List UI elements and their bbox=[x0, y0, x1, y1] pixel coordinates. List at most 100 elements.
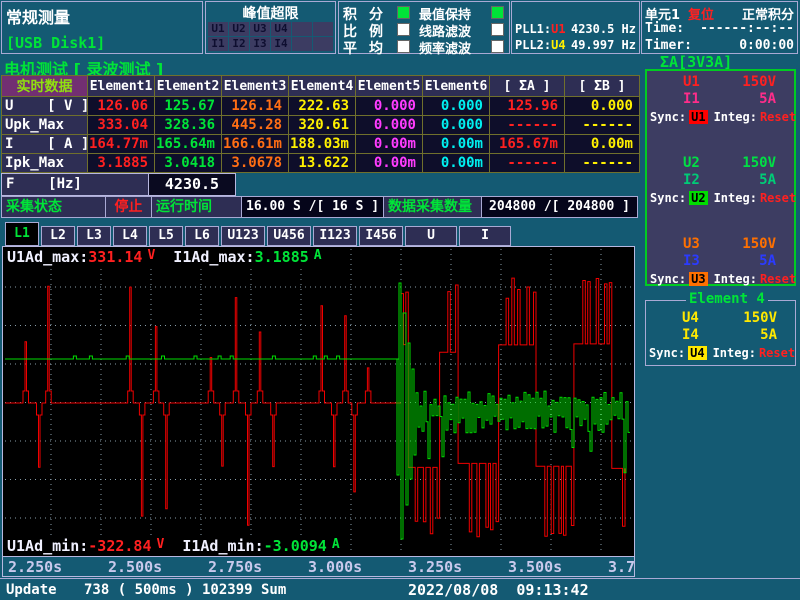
peak-limit-cell-empty bbox=[313, 22, 333, 36]
waveform-tab-bar: L1L2L3L4L5L6U123U456I123I456UI bbox=[5, 222, 511, 246]
channel-u-name: U3 bbox=[683, 236, 700, 253]
sync-source-badge[interactable]: U1 bbox=[689, 110, 707, 124]
time-row: Time: ------:--:-- bbox=[645, 21, 794, 36]
column-header: Element5 bbox=[356, 76, 423, 97]
channel-u-range: 150V bbox=[743, 310, 777, 327]
runtime-label: 运行时间 bbox=[152, 197, 242, 217]
channel-u-row: U2150V bbox=[647, 155, 794, 172]
integration-filter-toggles: 积分最值保持比例线路滤波平均频率滤波 bbox=[338, 1, 510, 54]
peak-limit-cell-empty bbox=[292, 37, 312, 51]
acquisition-status-bar: 采集状态 停止 运行时间 16.00 S /[ 16 S ] 数据采集数量 20… bbox=[1, 196, 638, 218]
tab-i[interactable]: I bbox=[459, 226, 511, 246]
tab-u456[interactable]: U456 bbox=[267, 226, 311, 246]
integration-mode-char: 均 bbox=[369, 38, 383, 58]
acq-status-value: 停止 bbox=[106, 197, 152, 217]
element4-config-panel: U4 150V I4 5A Sync: U4 Integ: Reset bbox=[645, 300, 796, 366]
measurement-value: 3.0678 bbox=[222, 154, 289, 173]
channel-u-range: 150V bbox=[742, 74, 776, 91]
sync-row: Sync:U2Integ:Reset bbox=[647, 189, 794, 206]
waveform-canvas bbox=[3, 247, 634, 556]
measurement-value: 0.00m bbox=[423, 154, 490, 173]
measurement-value: 126.14 bbox=[222, 97, 289, 116]
measurement-value: 445.28 bbox=[222, 116, 289, 135]
integ-reset-button[interactable]: Reset bbox=[760, 191, 796, 205]
mode-checkbox[interactable] bbox=[397, 23, 410, 36]
sync-source-badge[interactable]: U3 bbox=[689, 272, 707, 286]
table-row: Upk_Max333.04328.36445.28320.610.0000.00… bbox=[2, 116, 640, 135]
sync-source-badge[interactable]: U4 bbox=[688, 346, 706, 360]
integ-label: Integ: bbox=[713, 346, 756, 360]
peak-limit-cell: U3 bbox=[250, 22, 270, 36]
measurement-value: ------ bbox=[490, 116, 565, 135]
time-label: Time: bbox=[645, 21, 684, 36]
tab-u[interactable]: U bbox=[405, 226, 457, 246]
filter-checkbox[interactable] bbox=[491, 23, 504, 36]
channel-i-name: I4 bbox=[682, 327, 699, 344]
mode-checkbox[interactable] bbox=[397, 6, 410, 19]
usb-disk-status: [USB Disk1] bbox=[6, 34, 105, 52]
mode-checkbox[interactable] bbox=[397, 40, 410, 53]
column-header: 实时数据 bbox=[2, 76, 88, 97]
element-config-group: U3150VI35ASync:U3Integ:Reset bbox=[647, 236, 794, 287]
peak-limit-grid: U1U2U3U4I1I2I3I4 bbox=[208, 22, 333, 51]
channel-i-range: 5A bbox=[760, 327, 777, 344]
waveform-max-annotations: U1Ad_max:331.14V I1Ad_max:3.1885A bbox=[7, 248, 322, 266]
measurement-value: 165.64m bbox=[155, 135, 222, 154]
tab-l5[interactable]: L5 bbox=[149, 226, 183, 246]
sync-row: Sync:U1 Integ:Reset bbox=[647, 108, 794, 125]
integ-reset-button[interactable]: Reset bbox=[760, 272, 796, 286]
peak-limit-cell: U1 bbox=[208, 22, 228, 36]
channel-u-name: U1 bbox=[683, 74, 700, 91]
tab-u123[interactable]: U123 bbox=[221, 226, 265, 246]
update-label: Update bbox=[6, 582, 57, 598]
integ-label: Integ: bbox=[714, 191, 757, 205]
table-header-row: 实时数据Element1Element2Element3Element4Elem… bbox=[2, 76, 640, 97]
update-counter: 738 ( 500ms ) 102399 Sum bbox=[84, 582, 286, 598]
toggle-row: 积分最值保持 bbox=[339, 4, 509, 20]
channel-u-row: U3150V bbox=[647, 236, 794, 253]
measurement-value: 328.36 bbox=[155, 116, 222, 135]
waveform-min-annotations: U1Ad_min:-322.84V I1Ad_min:-3.0094A bbox=[7, 537, 340, 555]
u1-min-value: -322.84 bbox=[88, 537, 151, 555]
peak-limit-cell: I2 bbox=[229, 37, 249, 51]
channel-u-name: U4 bbox=[682, 310, 699, 327]
tab-l2[interactable]: L2 bbox=[41, 226, 75, 246]
peak-limit-cell: I3 bbox=[250, 37, 270, 51]
filter-checkbox[interactable] bbox=[491, 40, 504, 53]
column-header: Element6 bbox=[423, 76, 490, 97]
timer-label: Timer: bbox=[645, 38, 692, 53]
tab-l3[interactable]: L3 bbox=[77, 226, 111, 246]
pll-panel: PLL1:U14230.5 HzPLL2:U449.997 Hz bbox=[511, 1, 640, 54]
sync-source-badge[interactable]: U2 bbox=[689, 191, 707, 205]
tab-l4[interactable]: L4 bbox=[113, 226, 147, 246]
bottom-status-bar: Update 738 ( 500ms ) 102399 Sum 2022/08/… bbox=[0, 578, 800, 600]
integ-label: Integ: bbox=[714, 110, 757, 124]
sync-label: Sync: bbox=[650, 110, 686, 124]
integ-reset-button[interactable]: Reset bbox=[760, 110, 796, 124]
peak-limit-cell-empty bbox=[313, 37, 333, 51]
tab-l1[interactable]: L1 bbox=[5, 222, 39, 246]
measurement-value: 320.61 bbox=[289, 116, 356, 135]
measure-mode-panel: 常规测量 [USB Disk1] bbox=[1, 1, 203, 54]
integ-reset-button[interactable]: Reset bbox=[759, 346, 795, 360]
filter-checkbox[interactable] bbox=[491, 6, 504, 19]
measurement-value: 0.00m bbox=[356, 154, 423, 173]
unit-status-panel: 单元1 复位 正常积分 Time: ------:--:-- Timer: 0:… bbox=[641, 1, 798, 54]
measurement-value: 0.00m bbox=[423, 135, 490, 154]
peak-limit-row: U1U2U3U4 bbox=[208, 22, 333, 36]
pll-value: 49.997 Hz bbox=[571, 38, 636, 52]
toggle-row: 平均频率滤波 bbox=[339, 38, 509, 54]
peak-limit-cell: I1 bbox=[208, 37, 228, 51]
integration-mode-char: 平 bbox=[343, 38, 357, 58]
frequency-label: F [Hz] bbox=[2, 174, 148, 195]
column-header: Element2 bbox=[155, 76, 222, 97]
table-row: U [ V ]126.06125.67126.14222.630.0000.00… bbox=[2, 97, 640, 116]
tab-i456[interactable]: I456 bbox=[359, 226, 403, 246]
column-header: Element1 bbox=[88, 76, 155, 97]
tab-l6[interactable]: L6 bbox=[185, 226, 219, 246]
wiring-config-panel: U1150VI15ASync:U1Integ:ResetU2150VI25ASy… bbox=[645, 69, 796, 286]
x-axis-tick-label: 2.250s bbox=[8, 558, 62, 576]
tab-i123[interactable]: I123 bbox=[313, 226, 357, 246]
element4-title: Element 4 bbox=[686, 291, 768, 307]
i1-max-value: 3.1885 bbox=[255, 248, 309, 266]
